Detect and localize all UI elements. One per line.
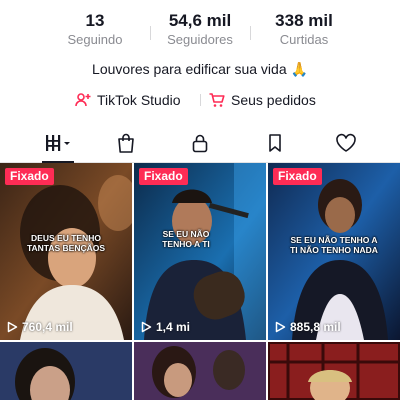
caption-line: SE EU NÃO TENHO A bbox=[290, 235, 378, 245]
lock-icon bbox=[192, 134, 208, 153]
tiktok-studio-link[interactable]: TikTok Studio bbox=[74, 89, 181, 111]
video-caption: SE EU NÃO TENHO A TI bbox=[134, 229, 252, 249]
video-caption: DEUS EU TENHO TANTAS BENÇÃOS bbox=[0, 233, 132, 253]
video-tile[interactable]: Fixado SE EU NÃO TENHO A TI NÃO TENHO NA… bbox=[268, 163, 400, 340]
video-thumbnail bbox=[0, 342, 132, 400]
likes-label: Curtidas bbox=[279, 32, 329, 47]
video-tile[interactable] bbox=[268, 342, 400, 400]
video-caption: SE EU NÃO TENHO A TI NÃO TENHO NADA bbox=[268, 235, 400, 255]
video-thumbnail bbox=[268, 342, 400, 400]
pinned-badge: Fixado bbox=[139, 168, 188, 185]
play-icon bbox=[275, 321, 286, 333]
following-stat[interactable]: 13 Seguindo bbox=[45, 10, 145, 48]
video-grid: Fixado DEUS EU TENHO TANTAS BENÇÃOS 760,… bbox=[0, 163, 400, 400]
view-count: 760,4 mil bbox=[6, 320, 73, 334]
grid-icon bbox=[46, 135, 70, 151]
link-divider bbox=[200, 94, 201, 106]
caption-line: TANTAS BENÇÃOS bbox=[26, 243, 106, 253]
tab-shop[interactable] bbox=[86, 124, 166, 162]
video-tile[interactable] bbox=[0, 342, 132, 400]
orders-link[interactable]: Seus pedidos bbox=[208, 89, 316, 111]
following-label: Seguindo bbox=[67, 32, 123, 47]
likes-stat[interactable]: 338 mil Curtidas bbox=[254, 10, 354, 48]
play-icon bbox=[7, 321, 18, 333]
video-thumbnail bbox=[134, 342, 266, 400]
view-count-value: 1,4 mi bbox=[156, 320, 191, 334]
caption-line: DEUS EU TENHO bbox=[31, 233, 101, 243]
followers-stat[interactable]: 54,6 mil Seguidores bbox=[150, 10, 250, 48]
following-count: 13 bbox=[85, 11, 105, 30]
tab-saved[interactable] bbox=[235, 124, 315, 162]
followers-count: 54,6 mil bbox=[168, 11, 232, 30]
profile-bio: Louvores para edificar sua vida 🙏 bbox=[92, 61, 308, 77]
caption-line: TENHO A TI bbox=[162, 239, 210, 249]
creator-studio-icon bbox=[75, 93, 91, 107]
tab-private[interactable] bbox=[160, 124, 240, 162]
heart-icon bbox=[336, 133, 356, 152]
view-count-value: 885,8 mil bbox=[290, 320, 341, 334]
shopping-bag-icon bbox=[118, 133, 134, 153]
profile-tabs bbox=[0, 124, 400, 163]
likes-count: 338 mil bbox=[275, 11, 333, 30]
view-count-value: 760,4 mil bbox=[22, 320, 73, 334]
tab-liked[interactable] bbox=[306, 124, 386, 162]
bookmark-icon bbox=[269, 134, 281, 152]
caption-line: TI NÃO TENHO NADA bbox=[290, 245, 378, 255]
shopping-cart-icon bbox=[209, 93, 225, 107]
video-thumbnail bbox=[134, 163, 266, 340]
followers-label: Seguidores bbox=[167, 32, 233, 47]
orders-label: Seus pedidos bbox=[231, 92, 316, 108]
caption-line: SE EU NÃO bbox=[162, 229, 210, 239]
profile-links: TikTok Studio Seus pedidos bbox=[0, 89, 400, 111]
pinned-badge: Fixado bbox=[5, 168, 54, 185]
profile-stats: 13 Seguindo 54,6 mil Seguidores 338 mil … bbox=[0, 10, 400, 50]
tiktok-studio-label: TikTok Studio bbox=[97, 92, 181, 108]
video-tile[interactable] bbox=[134, 342, 266, 400]
video-tile[interactable]: Fixado SE EU NÃO TENHO A TI 1,4 mi bbox=[134, 163, 266, 340]
view-count: 885,8 mil bbox=[274, 320, 341, 334]
stat-divider bbox=[250, 26, 251, 40]
video-tile[interactable]: Fixado DEUS EU TENHO TANTAS BENÇÃOS 760,… bbox=[0, 163, 132, 340]
pinned-badge: Fixado bbox=[273, 168, 322, 185]
view-count: 1,4 mi bbox=[140, 320, 190, 334]
play-icon bbox=[141, 321, 152, 333]
